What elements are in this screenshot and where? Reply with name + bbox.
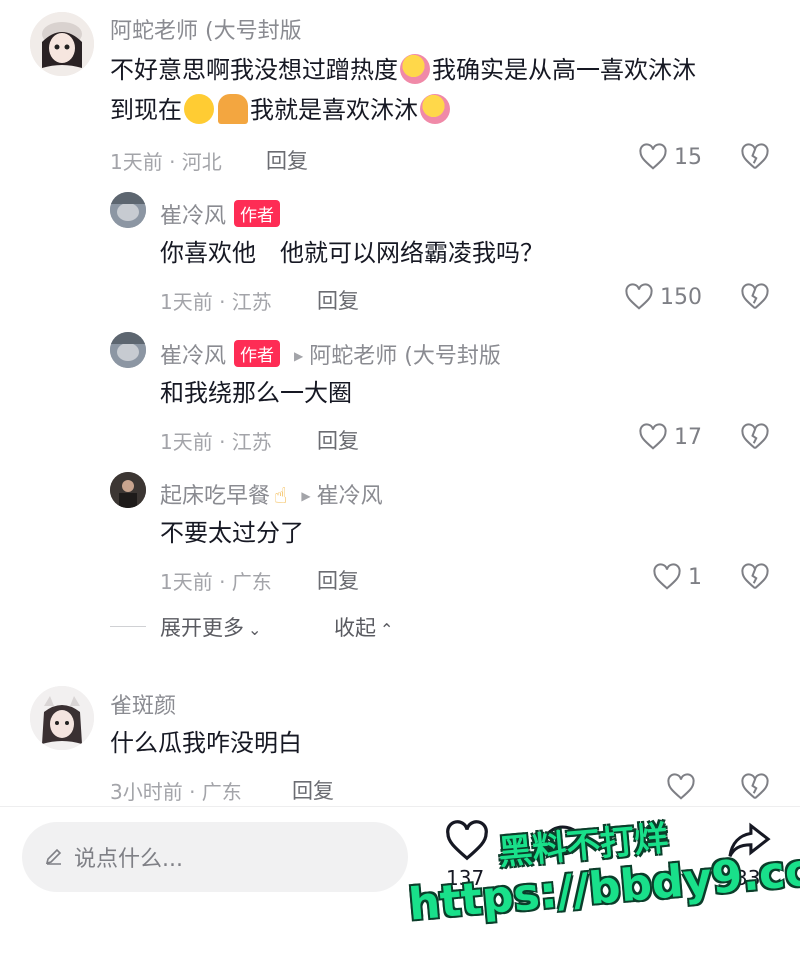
pray-emoji-icon	[218, 94, 248, 124]
comment-text: 和我绕那么一大圈	[160, 379, 352, 407]
heart-outline-icon	[639, 423, 667, 450]
avatar-image	[110, 192, 146, 228]
expand-more-button[interactable]: 展开更多 ⌄	[160, 612, 261, 642]
thread-divider	[110, 626, 146, 627]
heart-outline-icon	[639, 143, 667, 170]
comment-text-part: 我就是喜欢沐沐	[250, 96, 418, 124]
avatar-image	[110, 332, 146, 368]
triangle-right-icon: ▶	[294, 349, 304, 363]
avatar[interactable]	[110, 332, 146, 368]
comment-username: 起床吃早餐 ☝ ▶ 崔冷风	[160, 478, 383, 510]
reply-button[interactable]: 回复	[317, 565, 359, 595]
comment-meta: 1天前 · 河北	[110, 150, 222, 174]
like-button[interactable]: 150	[624, 283, 702, 311]
avatar-image	[30, 12, 94, 76]
comment-meta: 1天前 · 江苏	[160, 430, 272, 454]
comment-username[interactable]: 雀斑颜	[110, 688, 176, 720]
heart-outline-icon	[446, 820, 488, 861]
dislike-button[interactable]	[740, 423, 770, 453]
comment-text: 不要太过分了	[160, 519, 304, 547]
like-button[interactable]: 15	[638, 143, 702, 171]
hug-emoji-icon	[400, 54, 430, 84]
avatar[interactable]	[110, 472, 146, 508]
like-button[interactable]: 17	[638, 423, 702, 451]
avatar[interactable]	[30, 12, 94, 76]
broken-heart-icon	[741, 283, 769, 310]
reply-button[interactable]: 回复	[317, 285, 359, 315]
broken-heart-icon	[741, 563, 769, 590]
pencil-icon	[45, 848, 62, 865]
reply-button[interactable]: 回复	[266, 145, 308, 175]
broken-heart-icon	[741, 773, 769, 800]
comment-text: 不好意思啊我没想过蹭热度 我确实是从高一喜欢沐沐 到现在 我就是喜欢沐沐	[110, 50, 780, 130]
comment-meta: 1天前 · 广东	[160, 570, 272, 594]
smile-emoji-icon	[184, 94, 214, 124]
comment-text: 你喜欢他 他就可以网络霸凌我吗？	[160, 239, 544, 267]
broken-heart-icon	[741, 143, 769, 170]
dislike-button[interactable]	[740, 143, 770, 173]
comment-text: 什么瓜我咋没明白	[110, 729, 302, 757]
dislike-button[interactable]	[740, 563, 770, 593]
like-count: 150	[660, 284, 702, 310]
comment-username[interactable]: 阿蛇老师 (大号封版	[110, 13, 302, 45]
comment-username: 崔冷风 作者 ▶ 阿蛇老师 (大号封版	[160, 338, 501, 370]
heart-outline-icon	[653, 563, 681, 590]
pointing-finger-emoji-icon: ☝	[274, 484, 288, 509]
reply-username[interactable]: 起床吃早餐	[160, 484, 270, 509]
author-badge: 作者	[234, 200, 281, 227]
like-count: 1	[688, 564, 702, 590]
comment-text-part: 不好意思啊我没想过蹭热度	[110, 56, 398, 84]
reply-button[interactable]: 回复	[317, 425, 359, 455]
avatar-image	[110, 472, 146, 508]
comment-text-part: 我确实是从高一喜欢沐沐	[432, 56, 696, 84]
collapse-label: 收起	[334, 616, 376, 640]
reply-username[interactable]: 崔冷风	[160, 204, 226, 229]
expand-more-label: 展开更多	[160, 616, 244, 640]
broken-heart-icon	[741, 423, 769, 450]
like-count: 15	[674, 144, 702, 170]
comment-meta: 1天前 · 江苏	[160, 290, 272, 314]
reply-to-username[interactable]: 崔冷风	[317, 484, 383, 509]
comment-input-placeholder: 说点什么...	[74, 847, 183, 872]
like-button[interactable]: 1	[652, 563, 702, 591]
reply-to-username[interactable]: 阿蛇老师 (大号封版	[309, 344, 501, 369]
like-button[interactable]	[666, 773, 696, 801]
dislike-button[interactable]	[740, 773, 770, 803]
triangle-right-icon: ▶	[301, 489, 311, 503]
comment-username: 崔冷风 作者	[160, 198, 281, 230]
author-badge: 作者	[234, 340, 281, 367]
chevron-down-icon: ⌄	[248, 620, 262, 639]
comment-input[interactable]: 说点什么...	[22, 822, 408, 892]
reply-button[interactable]: 回复	[292, 775, 334, 805]
collapse-button[interactable]: 收起 ⌃	[334, 612, 393, 642]
heart-outline-icon	[625, 283, 653, 310]
avatar-image	[30, 686, 94, 750]
avatar[interactable]	[30, 686, 94, 750]
dislike-button[interactable]	[740, 283, 770, 313]
comment-meta: 3小时前 · 广东	[110, 780, 242, 804]
hug-emoji-icon	[420, 94, 450, 124]
chevron-up-icon: ⌃	[380, 620, 394, 639]
reply-username[interactable]: 崔冷风	[160, 344, 226, 369]
heart-outline-icon	[667, 773, 695, 800]
comment-text-part: 到现在	[110, 96, 182, 124]
like-count: 17	[674, 424, 702, 450]
avatar[interactable]	[110, 192, 146, 228]
